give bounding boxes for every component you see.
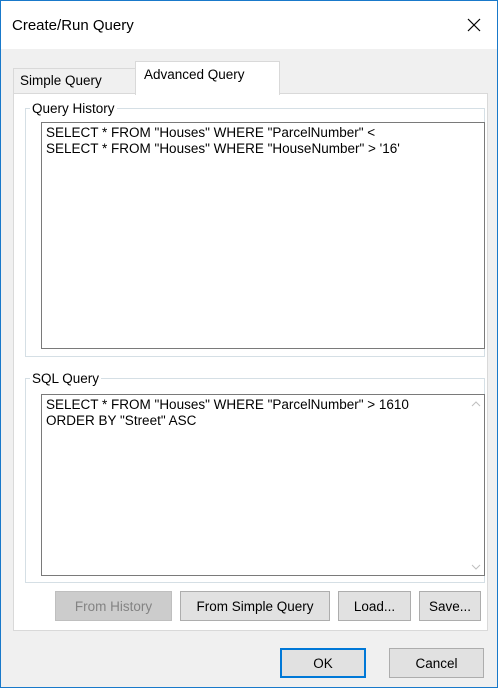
sql-query-text: SELECT * FROM "Houses" WHERE "ParcelNumb… — [46, 397, 409, 428]
scroll-down-button[interactable] — [467, 558, 484, 575]
ok-button[interactable]: OK — [280, 648, 366, 678]
window-title: Create/Run Query — [12, 17, 134, 34]
close-button[interactable] — [451, 1, 497, 49]
title-bar: Create/Run Query — [1, 1, 497, 49]
from-history-button[interactable]: From History — [55, 591, 172, 621]
history-item[interactable]: SELECT * FROM "Houses" WHERE "HouseNumbe… — [46, 141, 480, 157]
scroll-up-button[interactable] — [467, 395, 484, 412]
chevron-up-icon — [471, 400, 480, 406]
load-button[interactable]: Load... — [338, 591, 411, 621]
create-run-query-dialog: Create/Run Query Simple Query Advanced Q… — [0, 0, 498, 688]
tab-simple-query[interactable]: Simple Query — [13, 68, 135, 94]
from-simple-query-button[interactable]: From Simple Query — [180, 591, 330, 621]
sql-query-input[interactable]: SELECT * FROM "Houses" WHERE "ParcelNumb… — [41, 394, 485, 576]
query-history-label: Query History — [32, 101, 115, 116]
sql-query-scrollbar[interactable] — [467, 395, 484, 575]
close-icon — [467, 18, 481, 32]
cancel-button[interactable]: Cancel — [389, 648, 484, 678]
history-item[interactable]: SELECT * FROM "Houses" WHERE "ParcelNumb… — [46, 125, 480, 141]
chevron-down-icon — [471, 564, 480, 570]
sql-query-label: SQL Query — [32, 371, 100, 386]
tab-advanced-query[interactable]: Advanced Query — [135, 61, 280, 95]
save-button[interactable]: Save... — [419, 591, 481, 621]
query-history-list[interactable]: SELECT * FROM "Houses" WHERE "ParcelNumb… — [41, 122, 485, 349]
